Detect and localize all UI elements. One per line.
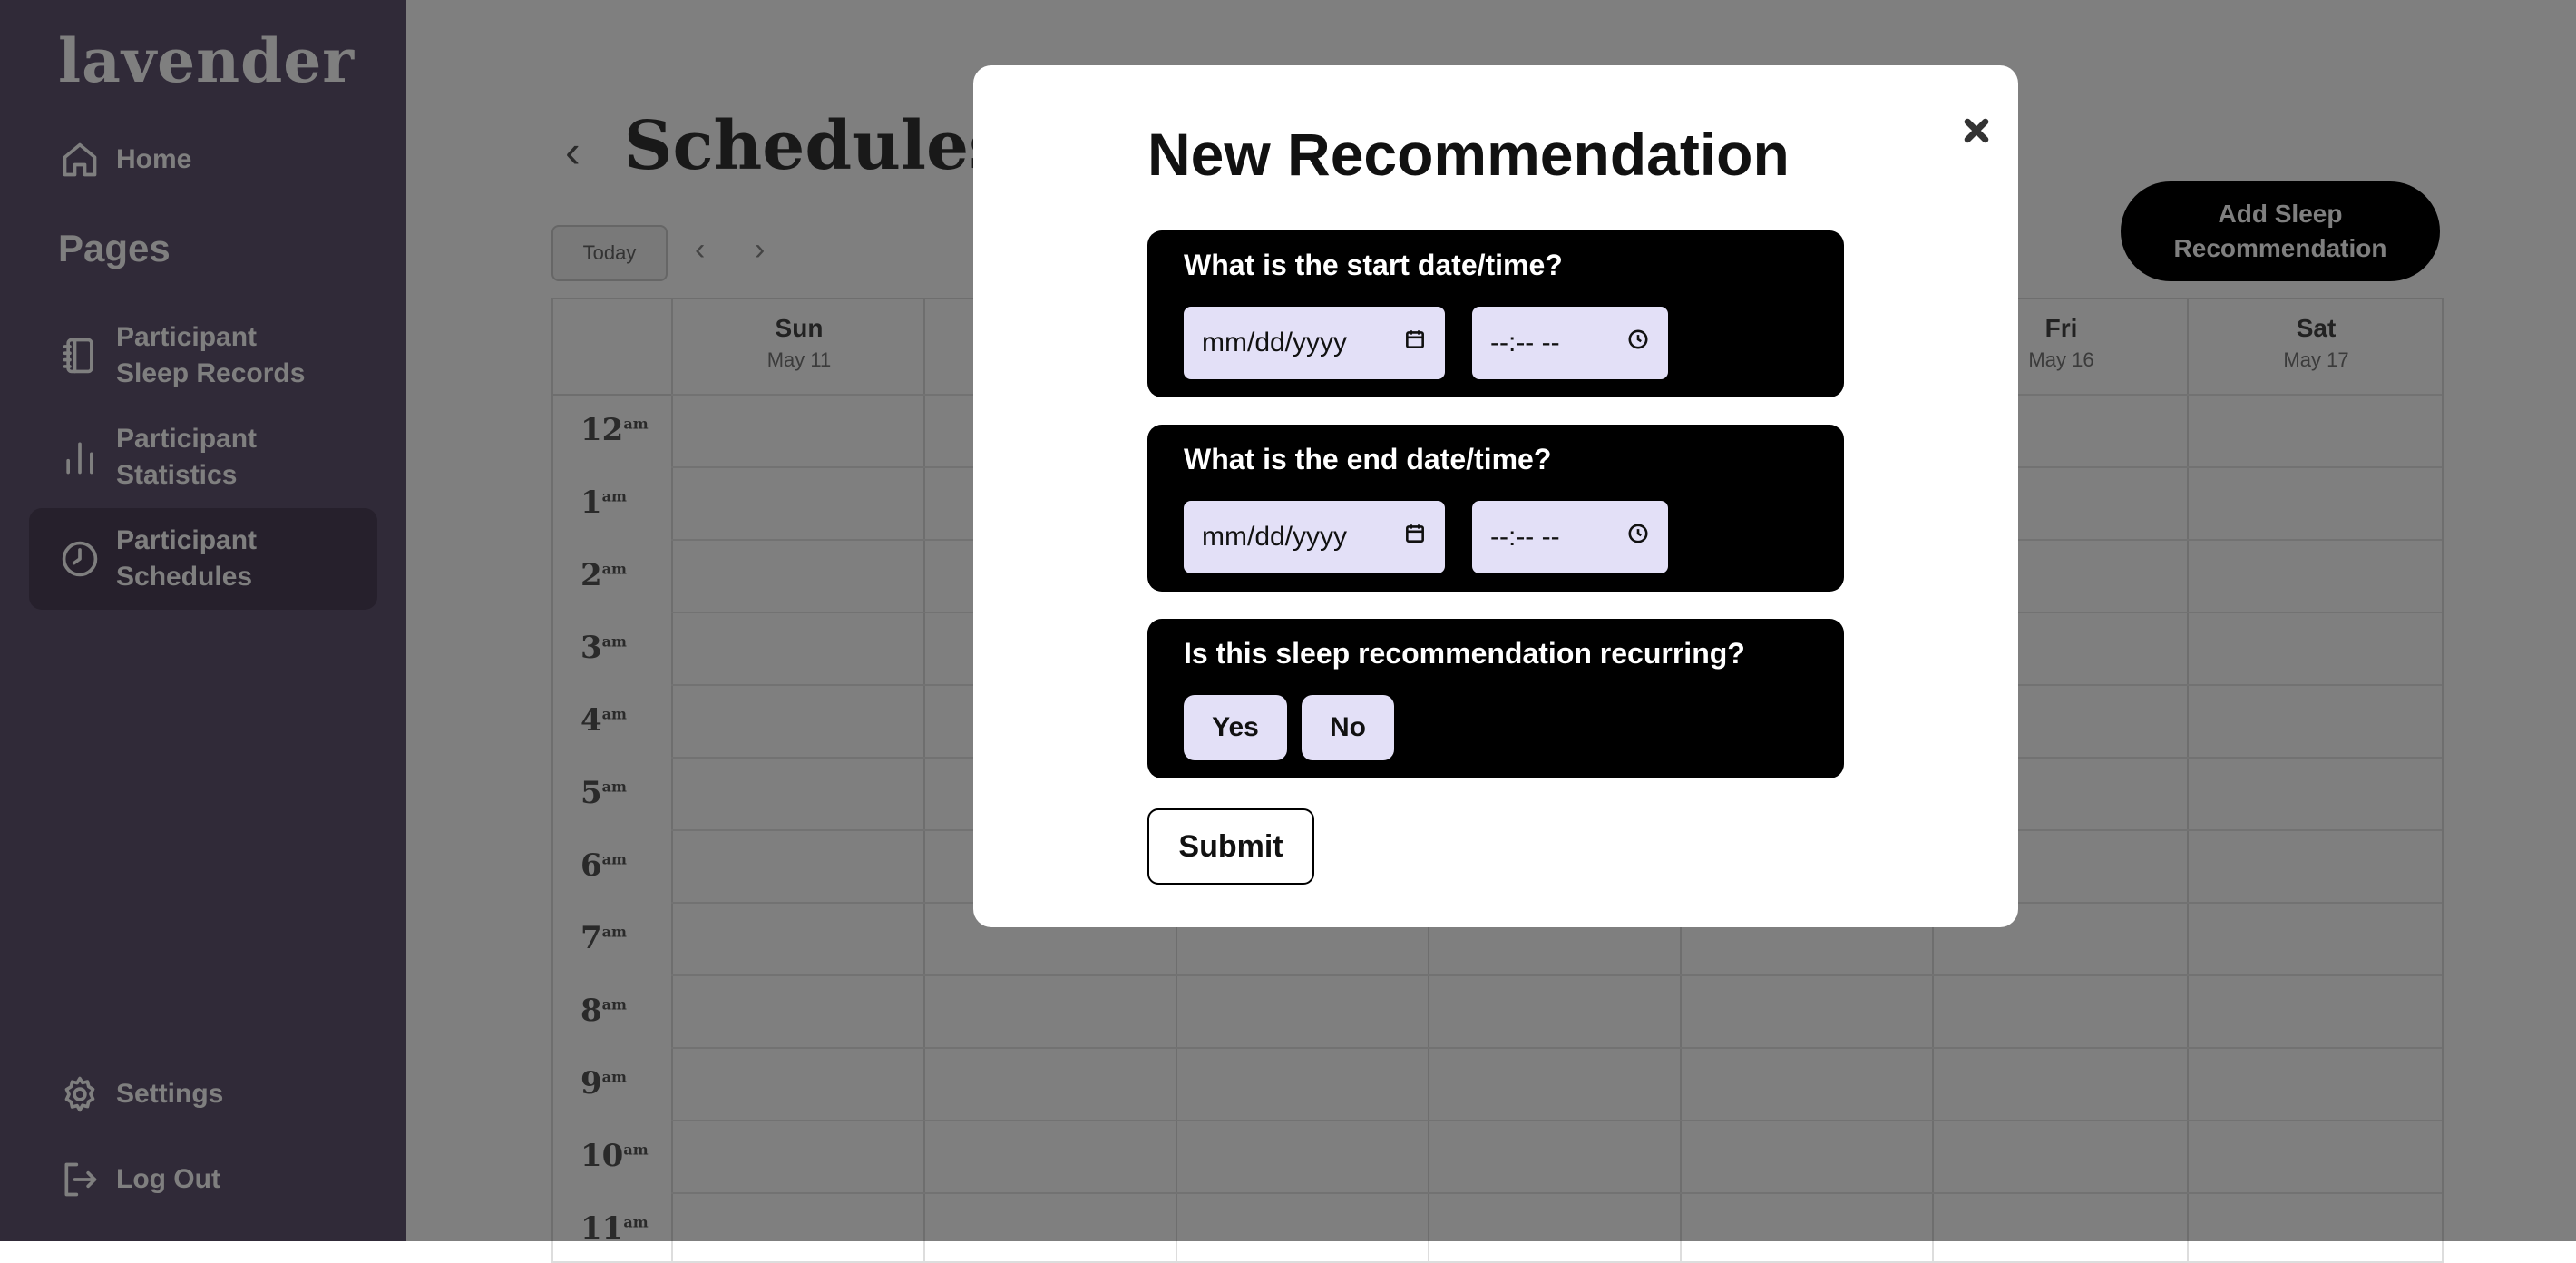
- end-date-input[interactable]: mm/dd/yyyy: [1184, 501, 1445, 573]
- end-date-placeholder: mm/dd/yyyy: [1202, 522, 1348, 552]
- calendar-icon: [1403, 328, 1427, 358]
- modal-title: New Recommendation: [1147, 121, 1790, 188]
- end-datetime-card: What is the end date/time? mm/dd/yyyy --…: [1147, 425, 1844, 592]
- new-recommendation-modal: New Recommendation What is the start dat…: [973, 65, 2018, 927]
- recurring-card: Is this sleep recommendation recurring? …: [1147, 619, 1844, 778]
- start-time-placeholder: --:-- --: [1490, 328, 1560, 357]
- end-question: What is the end date/time?: [1184, 443, 1552, 475]
- recurring-no-button[interactable]: No: [1302, 695, 1394, 760]
- recurring-yes-button[interactable]: Yes: [1184, 695, 1287, 760]
- clock-icon: [1626, 328, 1650, 358]
- end-time-input[interactable]: --:-- --: [1472, 501, 1668, 573]
- start-date-placeholder: mm/dd/yyyy: [1202, 328, 1348, 357]
- start-time-input[interactable]: --:-- --: [1472, 307, 1668, 379]
- recurring-question: Is this sleep recommendation recurring?: [1184, 637, 1745, 670]
- close-icon[interactable]: [1955, 109, 1998, 152]
- submit-button[interactable]: Submit: [1147, 808, 1314, 885]
- calendar-icon: [1403, 522, 1427, 553]
- start-question: What is the start date/time?: [1184, 249, 1563, 281]
- start-date-input[interactable]: mm/dd/yyyy: [1184, 307, 1445, 379]
- start-datetime-card: What is the start date/time? mm/dd/yyyy …: [1147, 230, 1844, 397]
- end-time-placeholder: --:-- --: [1490, 522, 1560, 552]
- clock-icon: [1626, 522, 1650, 553]
